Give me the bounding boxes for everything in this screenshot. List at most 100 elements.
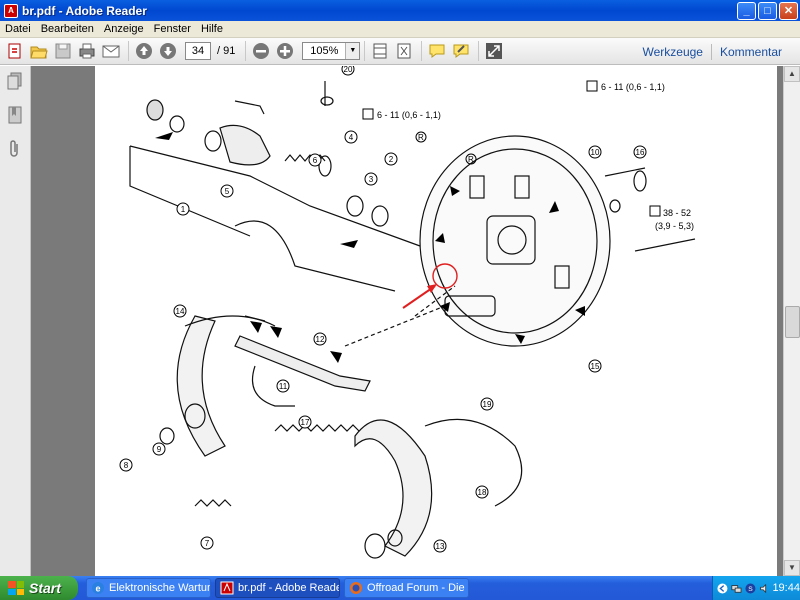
arrow-up-icon: [136, 43, 152, 59]
printer-icon: [79, 43, 95, 59]
network-icon[interactable]: [731, 582, 742, 595]
minus-circle-icon: [253, 43, 270, 59]
create-pdf-button[interactable]: [4, 40, 26, 62]
callout-20: 20: [344, 66, 353, 74]
callout-9: 9: [157, 445, 162, 454]
back-arrow-icon[interactable]: [717, 582, 728, 595]
document-area[interactable]: 6 - 11 (0,6 - 1,1) 6 - 11 (0,6 - 1,1) 38…: [31, 66, 783, 576]
callout-12: 12: [316, 335, 325, 344]
app-window: A br.pdf - Adobe Reader _ □ ✕ Datei Bear…: [0, 0, 800, 600]
minimize-button[interactable]: _: [737, 1, 756, 20]
right-toolbar: Werkzeuge Kommentar: [634, 38, 790, 65]
menu-datei[interactable]: Datei: [0, 23, 36, 35]
expand-button[interactable]: [483, 40, 505, 62]
task-button-adobe-reader[interactable]: br.pdf - Adobe Reader: [215, 578, 340, 598]
fit-page-icon: [397, 43, 411, 59]
attachments-button[interactable]: [5, 139, 25, 159]
toolbar-separator: [128, 41, 129, 61]
callout-10: 10: [591, 148, 600, 157]
callout-3: 3: [369, 175, 374, 184]
task-label: Offroad Forum - Die ...: [367, 582, 469, 594]
callout-14: 14: [176, 307, 185, 316]
pdf-icon: [220, 581, 234, 595]
menu-fenster[interactable]: Fenster: [149, 23, 196, 35]
page-number-input[interactable]: 34: [185, 42, 211, 60]
zoom-value: 105%: [310, 45, 339, 57]
torque-label-right-b: (3,9 - 5,3): [655, 221, 694, 231]
close-button[interactable]: ✕: [779, 1, 798, 20]
vertical-scrollbar[interactable]: ▲ ▼: [783, 66, 800, 576]
r-label-4: R: [418, 133, 424, 142]
toolbar: 34 / 91 105% ▼ Werkzeuge Kommentar: [0, 38, 800, 65]
antivirus-icon[interactable]: S: [745, 582, 756, 595]
save-button[interactable]: [52, 40, 74, 62]
next-page-button[interactable]: [157, 40, 179, 62]
svg-text:e: e: [95, 584, 100, 594]
zoom-out-button[interactable]: [250, 40, 272, 62]
svg-text:S: S: [748, 586, 753, 593]
bookmark-icon: [8, 106, 22, 124]
task-label: Elektronische Wartun...: [109, 582, 211, 594]
pdf-page: 6 - 11 (0,6 - 1,1) 6 - 11 (0,6 - 1,1) 38…: [95, 66, 777, 576]
speech-bubble-icon: [429, 44, 445, 58]
task-label: br.pdf - Adobe Reader: [238, 582, 340, 594]
volume-icon[interactable]: [759, 582, 770, 595]
comment-button[interactable]: [426, 40, 448, 62]
brake-assembly-diagram: 6 - 11 (0,6 - 1,1) 6 - 11 (0,6 - 1,1) 38…: [119, 66, 696, 559]
fit-page-button[interactable]: [393, 40, 415, 62]
pages-icon: [7, 72, 22, 90]
callout-15: 15: [591, 362, 600, 371]
expand-arrows-icon: [486, 43, 503, 59]
chevron-down-icon[interactable]: ▼: [345, 43, 360, 59]
zoom-select[interactable]: 105% ▼: [302, 42, 361, 60]
torque-label-right-a: 38 - 52: [663, 208, 691, 218]
create-pdf-icon: [8, 43, 21, 59]
maximize-button[interactable]: □: [758, 1, 777, 20]
previous-page-button[interactable]: [133, 40, 155, 62]
toolbar-separator: [364, 41, 366, 61]
start-button[interactable]: Start: [0, 576, 78, 600]
callout-1: 1: [181, 205, 186, 214]
callout-18: 18: [478, 488, 487, 497]
print-button[interactable]: [76, 40, 98, 62]
envelope-icon: [102, 45, 120, 58]
callout-13: 13: [436, 542, 445, 551]
ie-icon: e: [92, 582, 104, 594]
windows-logo-icon: [8, 581, 24, 595]
taskbar: Start e Elektronische Wartun... br.pdf -…: [0, 576, 800, 600]
floppy-icon: [55, 43, 71, 59]
paperclip-icon: [10, 140, 18, 157]
page-thumbnails-button[interactable]: [5, 71, 25, 91]
task-button-ie[interactable]: e Elektronische Wartun...: [86, 578, 211, 598]
kommentar-button[interactable]: Kommentar: [712, 45, 790, 59]
torque-label-top-right: 6 - 11 (0,6 - 1,1): [601, 82, 665, 92]
email-button[interactable]: [100, 40, 122, 62]
callout-6: 6: [313, 156, 318, 165]
menu-anzeige[interactable]: Anzeige: [99, 23, 149, 35]
title-bar: A br.pdf - Adobe Reader _ □ ✕: [0, 0, 800, 21]
window-title: br.pdf - Adobe Reader: [22, 3, 147, 18]
highlighter-icon: [453, 44, 469, 58]
open-button[interactable]: [28, 40, 50, 62]
menu-hilfe[interactable]: Hilfe: [196, 23, 228, 35]
scroll-up-button[interactable]: ▲: [784, 66, 800, 82]
callout-7: 7: [205, 539, 210, 548]
highlight-button[interactable]: [450, 40, 472, 62]
bookmarks-button[interactable]: [5, 105, 25, 125]
firefox-icon: [350, 582, 362, 594]
callout-5: 5: [225, 187, 230, 196]
pdf-icon: A: [4, 3, 18, 18]
navigation-panel: [0, 66, 31, 576]
menu-bearbeiten[interactable]: Bearbeiten: [36, 23, 99, 35]
zoom-in-button[interactable]: [274, 40, 296, 62]
fit-width-button[interactable]: [369, 40, 391, 62]
torque-label-top-left: 6 - 11 (0,6 - 1,1): [377, 110, 441, 120]
page-total: / 91: [217, 45, 236, 57]
werkzeuge-button[interactable]: Werkzeuge: [634, 45, 710, 59]
callout-2: 2: [389, 155, 394, 164]
menu-bar: Datei Bearbeiten Anzeige Fenster Hilfe: [0, 21, 800, 38]
task-button-firefox[interactable]: Offroad Forum - Die ...: [344, 578, 469, 598]
callout-19: 19: [483, 400, 492, 409]
scroll-down-button[interactable]: ▼: [784, 560, 800, 576]
scroll-thumb[interactable]: [785, 306, 800, 338]
